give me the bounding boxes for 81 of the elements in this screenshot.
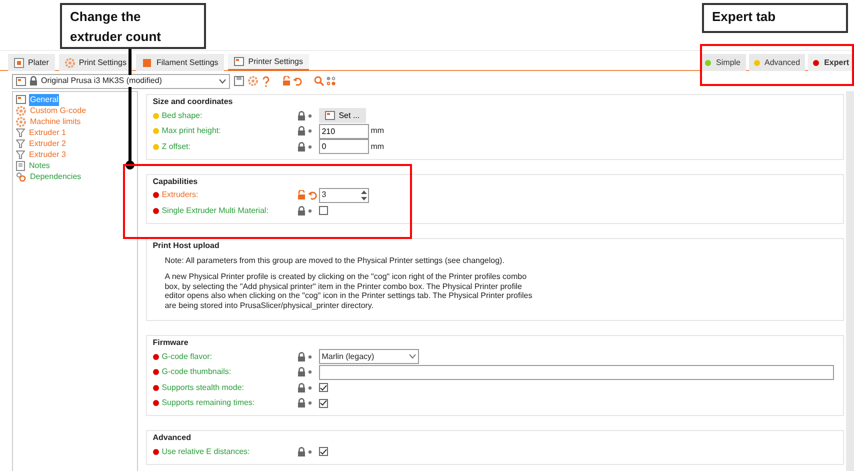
undo-icon[interactable] [308, 190, 317, 200]
option-label: G-code thumbnails: [162, 366, 232, 378]
compare-icon[interactable] [326, 76, 336, 86]
note-text: A new Physical Printer profile is created by clicking on the "cog" icon right of the Printer profiles combo box, by selecting the "Add physical printer" item in the Printer combo box. The Physical Printer profile editor opens also when clicking on the "cog" icon in the Printer settings tab. The Physical Printer profiles are being stored into PrusaSlicer/physical_printer directory. [164, 272, 534, 310]
checkbox[interactable] [318, 206, 328, 216]
unlocked-icon [296, 190, 306, 200]
chevron-down-icon [219, 78, 226, 84]
question-icon[interactable] [262, 76, 270, 86]
group-title: Print Host upload [152, 240, 220, 250]
note-text: Note: All parameters from this group are moved to the Physical Printer settings (see changelog). [164, 256, 506, 265]
callout-box: Change the extruder count [60, 3, 206, 49]
bullet-icon [308, 144, 312, 149]
group-title: Capabilities [152, 176, 199, 186]
mode-tab[interactable]: Simple [700, 54, 746, 71]
option-label: Z offset: [162, 140, 190, 153]
save-icon[interactable] [234, 76, 244, 86]
lock-icon [296, 367, 306, 378]
option-label: Supports remaining times: [162, 397, 255, 410]
option-label: Single Extruder Multi Material: [162, 204, 268, 217]
gear-icon[interactable] [248, 76, 258, 86]
lock-icon [296, 126, 306, 136]
number-field[interactable]: 210 [318, 124, 369, 139]
option-label: Extruders: [162, 189, 198, 202]
lock-icon [29, 76, 38, 86]
set-button[interactable]: Set ... [318, 108, 366, 124]
option-label: Use relative E distances: [162, 446, 250, 458]
tree-item[interactable]: Dependencies [29, 170, 82, 182]
option-label: G-code flavor: [162, 350, 212, 363]
checkbox[interactable] [318, 447, 328, 456]
spin-arrows-icon[interactable] [360, 188, 368, 202]
tab[interactable]: Printer Settings [228, 54, 309, 71]
lock-icon [296, 398, 306, 408]
group-title: Size and coordinates [152, 96, 234, 107]
checkbox[interactable] [318, 398, 328, 408]
bullet-icon [308, 114, 312, 118]
preset-combo[interactable]: Original Prusa i3 MK3S (modified) [12, 74, 230, 88]
callout-box: Expert tab [702, 3, 848, 33]
spool-icon [142, 58, 152, 68]
window-icon [16, 76, 26, 86]
search-icon[interactable] [314, 76, 324, 86]
bullet-icon [308, 370, 312, 374]
link-icon [16, 172, 26, 182]
spin-field[interactable]: 3 [318, 188, 369, 203]
unlocked-icon [282, 76, 291, 86]
unit-label: mm [370, 140, 384, 153]
tab[interactable]: Filament Settings [136, 54, 224, 71]
option-label: Max print height: [162, 125, 221, 138]
number-field[interactable]: 0 [318, 139, 369, 154]
checkbox[interactable] [318, 383, 328, 392]
chevron-down-icon [408, 354, 416, 360]
tab[interactable]: Plater [8, 54, 55, 71]
tab[interactable]: Print Settings [58, 54, 132, 71]
lock-icon [296, 382, 306, 393]
option-label: Bed shape: [162, 110, 202, 122]
note-icon [16, 160, 25, 170]
bullet-icon [308, 354, 312, 359]
lock-icon [296, 446, 306, 457]
plater-icon [14, 58, 24, 68]
text-field[interactable] [318, 364, 834, 380]
select-field[interactable]: Marlin (legacy) [318, 349, 419, 364]
bullet-icon [308, 401, 312, 406]
bullet-icon [308, 129, 312, 134]
lock-icon [296, 352, 306, 362]
window-icon [324, 111, 335, 120]
gear-icon [64, 58, 75, 68]
undo-icon[interactable] [293, 76, 302, 86]
option-label: Supports stealth mode: [162, 382, 244, 394]
bullet-icon [308, 450, 312, 454]
window-icon [234, 57, 244, 66]
mode-tab[interactable]: Expert [808, 54, 854, 71]
unit-label: mm [370, 125, 384, 138]
window-icon [16, 95, 26, 104]
bullet-icon [308, 386, 312, 390]
lock-icon [296, 206, 306, 216]
mode-tab[interactable]: Advanced [748, 54, 806, 71]
group-title: Firmware [152, 337, 190, 348]
tree-item[interactable]: Notes [28, 160, 51, 172]
lock-icon [296, 142, 306, 152]
bullet-icon [308, 208, 312, 213]
group-title: Advanced [152, 432, 192, 443]
lock-icon [296, 110, 306, 121]
